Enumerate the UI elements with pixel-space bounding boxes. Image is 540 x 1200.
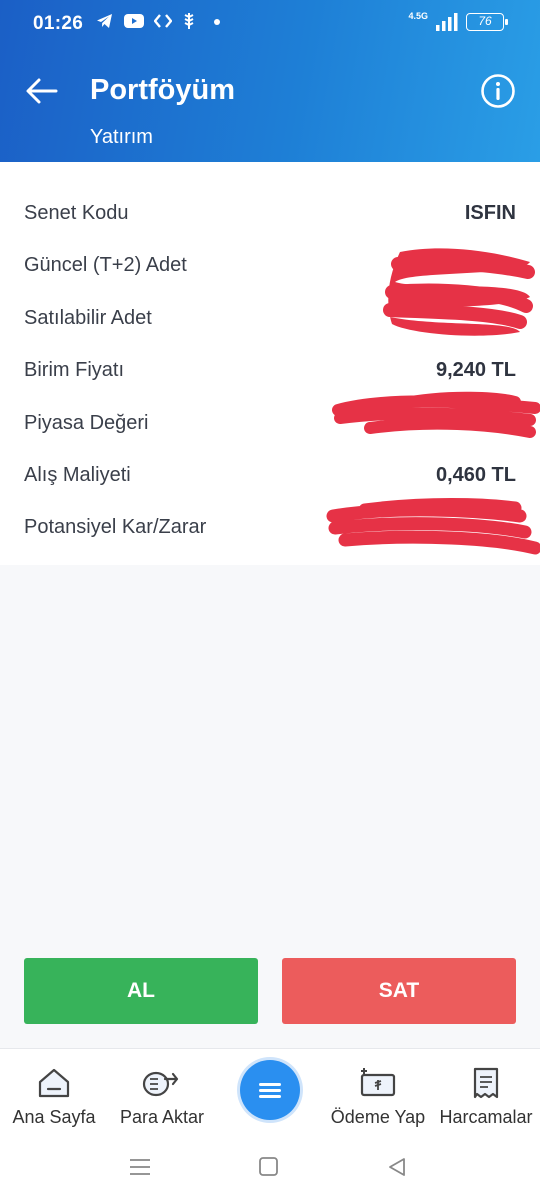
detail-value: 0,460 TL [435, 464, 516, 486]
status-time: 01:26 [33, 13, 84, 34]
detail-value: ISFIN [464, 202, 516, 224]
nav-label: Ödeme Yap [330, 1107, 426, 1127]
detail-label: Güncel (T+2) Adet [24, 254, 187, 276]
system-status: 4.5G 76 [408, 11, 508, 31]
status-bar: 01:26 4.5G 76 [0, 0, 540, 48]
network-type: 4.5G [408, 11, 428, 21]
redaction-scribble [326, 498, 540, 555]
back-arrow-icon [26, 78, 58, 104]
signal-icon [436, 13, 458, 31]
battery-indicator: 76 [466, 13, 508, 31]
detail-label: Birim Fiyatı [24, 359, 124, 381]
transfer-icon [142, 1071, 179, 1097]
nav-label: Harcamalar [439, 1107, 533, 1127]
sell-button[interactable]: SAT [282, 958, 516, 1024]
recent-apps-icon[interactable] [128, 1156, 152, 1178]
system-navigation-bar [0, 1138, 540, 1200]
youtube-icon [124, 14, 144, 28]
detail-label: Potansiyel Kar/Zarar [24, 516, 207, 538]
detail-label: Piyasa Değeri [24, 412, 149, 434]
info-icon [481, 74, 515, 108]
main-menu-button[interactable] [240, 1060, 300, 1120]
detail-value: 9,240 TL [435, 359, 516, 381]
receipt-icon [473, 1067, 499, 1099]
code-icon [154, 14, 172, 28]
detail-label: Alış Maliyeti [24, 464, 131, 486]
menu-icon-line [259, 1095, 281, 1098]
nav-label: Ana Sayfa [12, 1107, 96, 1127]
info-button[interactable] [480, 73, 516, 109]
detail-label: Satılabilir Adet [24, 307, 152, 329]
home-button-icon[interactable] [258, 1156, 280, 1178]
nav-payment[interactable]: Ödeme Yap [326, 1049, 430, 1139]
buy-button[interactable]: AL [24, 958, 258, 1024]
redaction-scribble [383, 248, 535, 336]
detail-row-security-code: Senet Kodu ISFIN [0, 188, 540, 240]
back-button-icon[interactable] [386, 1156, 408, 1178]
page-subtitle: Yatırım [90, 126, 153, 148]
detail-row-purchase-cost: Alış Maliyeti 0,460 TL [0, 450, 540, 502]
nav-home[interactable]: Ana Sayfa [4, 1049, 104, 1139]
wheat-icon [184, 13, 194, 29]
home-icon [38, 1068, 70, 1098]
app-header: 01:26 4.5G 76 Portföyüm Yatırım [0, 0, 540, 162]
nav-transfer[interactable]: Para Aktar [112, 1049, 212, 1139]
holding-details: Senet Kodu ISFIN Güncel (T+2) Adet Satıl… [0, 162, 540, 565]
nav-expenses[interactable]: Harcamalar [436, 1049, 536, 1139]
menu-icon-line [259, 1089, 281, 1092]
redaction-scribble [332, 391, 540, 438]
detail-label: Senet Kodu [24, 202, 129, 224]
back-button[interactable] [22, 72, 62, 112]
page-title: Portföyüm [90, 74, 235, 106]
payment-icon [360, 1068, 396, 1097]
dot-icon [214, 19, 220, 25]
menu-icon [259, 1083, 281, 1086]
notification-icons [96, 12, 224, 30]
nav-label: Para Aktar [119, 1107, 205, 1127]
telegram-icon [97, 14, 112, 28]
